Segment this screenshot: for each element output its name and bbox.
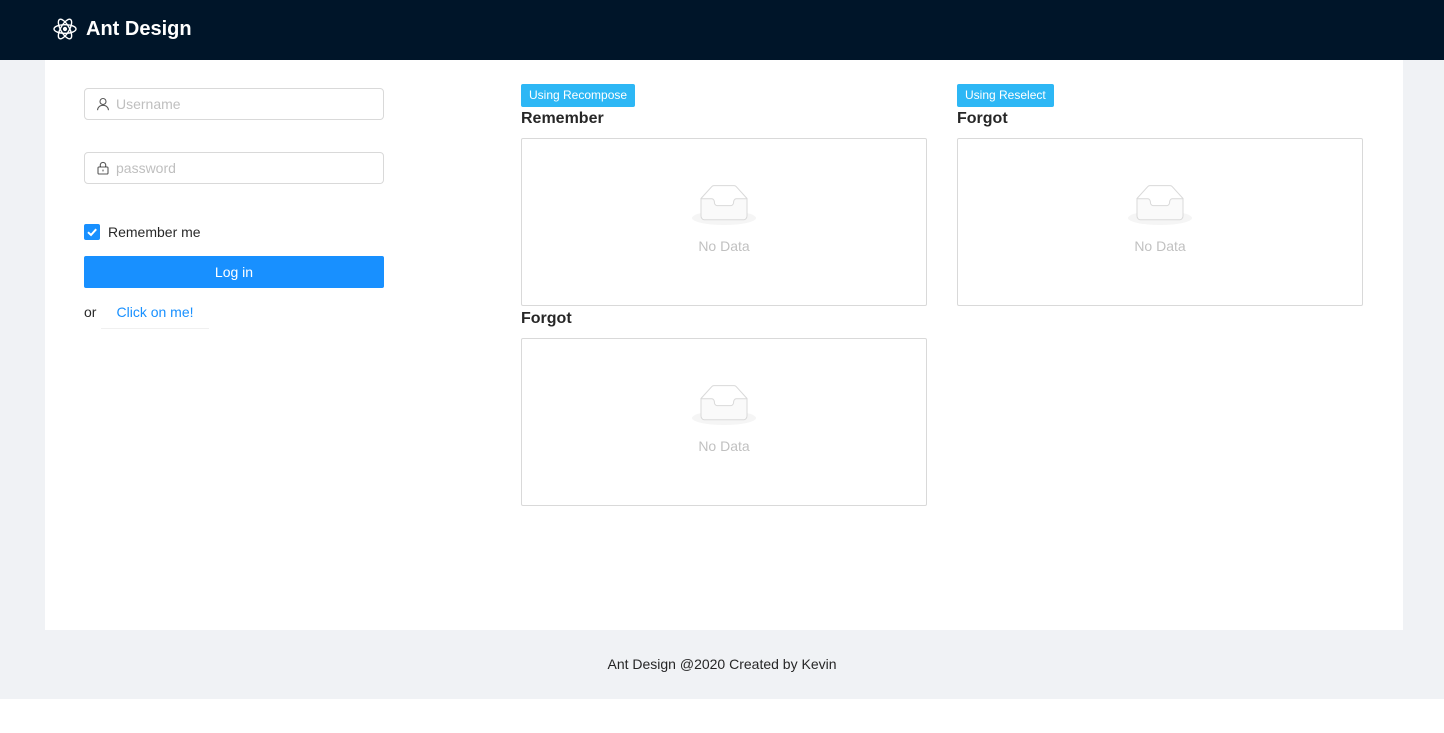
- empty-text: No Data: [698, 238, 750, 254]
- empty-text: No Data: [698, 438, 750, 454]
- checkbox-checked-icon[interactable]: [84, 224, 100, 240]
- or-text: or: [84, 304, 97, 320]
- reselect-forgot-title: Forgot: [957, 110, 1008, 127]
- forgot-list: No Data: [521, 338, 927, 506]
- reselect-forgot-list: No Data: [957, 138, 1363, 306]
- lock-icon: [96, 161, 110, 175]
- reselect-tag: Using Reselect: [957, 84, 1054, 107]
- empty-inbox-icon: [692, 185, 756, 226]
- empty-inbox-icon: [692, 385, 756, 426]
- top-header: Ant Design: [0, 0, 1444, 60]
- remember-me-checkbox[interactable]: Remember me: [84, 223, 201, 241]
- username-field[interactable]: [84, 88, 384, 120]
- react-atom-icon: [52, 16, 78, 42]
- app-title: Ant Design: [86, 17, 192, 40]
- empty-inbox-icon: [1128, 185, 1192, 226]
- login-button[interactable]: Log in: [84, 256, 384, 288]
- remember-title: Remember: [521, 110, 604, 127]
- username-input[interactable]: [116, 90, 383, 118]
- password-input[interactable]: [116, 154, 383, 182]
- remember-list: No Data: [521, 138, 927, 306]
- click-on-me-link[interactable]: Click on me!: [101, 296, 209, 329]
- forgot-title: Forgot: [521, 310, 572, 327]
- empty-text: No Data: [1134, 238, 1186, 254]
- password-field[interactable]: [84, 152, 384, 184]
- footer-text: Ant Design @2020 Created by Kevin: [607, 656, 837, 672]
- remember-me-label[interactable]: Remember me: [108, 224, 201, 240]
- recompose-tag: Using Recompose: [521, 84, 636, 107]
- logo[interactable]: Ant Design: [52, 15, 192, 43]
- user-icon: [96, 97, 110, 111]
